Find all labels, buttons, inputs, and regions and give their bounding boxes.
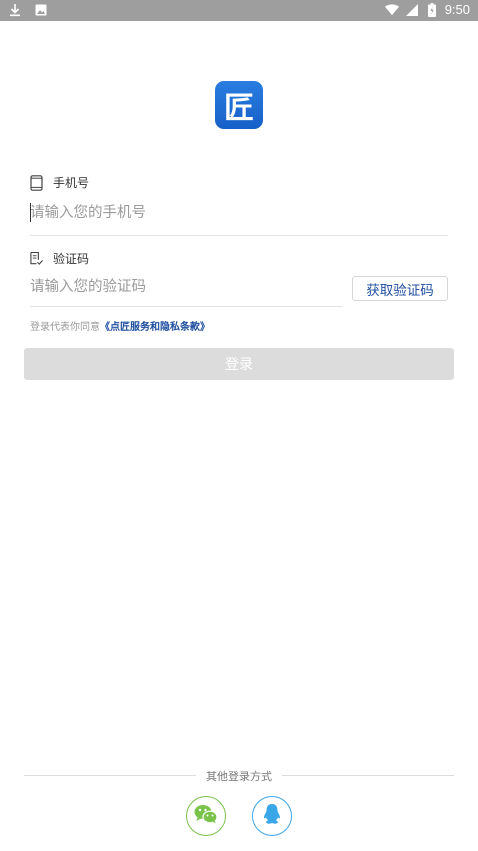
wifi-icon: [384, 2, 399, 18]
phone-label-text: 手机号: [53, 176, 90, 190]
wechat-login-button[interactable]: [186, 796, 226, 836]
phone-field-label: 手机号: [30, 174, 89, 191]
code-field-label: 验证码: [30, 250, 89, 267]
agreement-link[interactable]: 《点匠服务和隐私条款》: [100, 322, 210, 333]
phone-icon: [30, 174, 43, 191]
other-login-title: 其他登录方式: [206, 770, 272, 783]
verify-code-icon: [30, 251, 43, 267]
wechat-icon: [194, 804, 218, 828]
agreement-prefix: 登录代表你同意: [30, 322, 100, 333]
get-code-button[interactable]: 获取验证码: [352, 276, 448, 301]
text-cursor: [30, 203, 31, 222]
download-icon: [8, 2, 22, 18]
other-login-divider-right: [282, 775, 454, 776]
qq-login-button[interactable]: [252, 796, 292, 836]
other-login-divider-left: [24, 775, 196, 776]
code-label-text: 验证码: [53, 252, 90, 266]
status-time: 9:50: [444, 2, 470, 17]
app-logo-glyph: 匠: [224, 91, 254, 126]
battery-icon: [425, 2, 439, 18]
image-icon: [34, 2, 48, 18]
status-bar: 9:50: [0, 0, 478, 21]
qq-icon: [262, 803, 282, 829]
agreement-text: 登录代表你同意《点匠服务和隐私条款》: [30, 318, 210, 333]
phone-underline: [30, 235, 448, 236]
signal-icon: [405, 2, 419, 18]
code-underline: [30, 306, 342, 307]
app-logo: 匠: [215, 81, 263, 129]
verification-code-input[interactable]: [30, 275, 330, 299]
phone-input[interactable]: [30, 201, 440, 225]
login-button[interactable]: 登录: [24, 348, 454, 380]
